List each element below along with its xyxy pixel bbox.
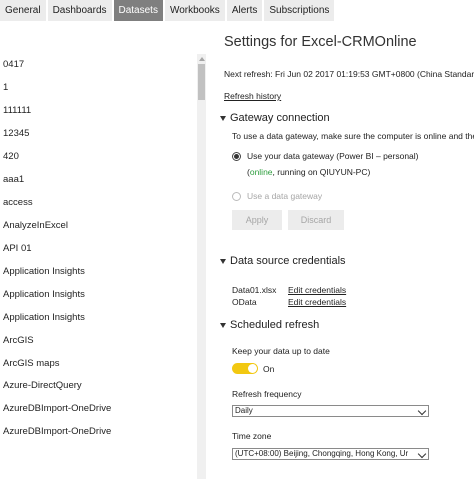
radio-checked-icon[interactable] (232, 151, 241, 161)
credential-source-name: Data01.xlsx (232, 285, 277, 295)
tab-general[interactable]: General (0, 0, 46, 21)
tab-datasets[interactable]: Datasets (113, 0, 163, 21)
toggle-knob (248, 364, 257, 373)
power-bi-settings-window: General Dashboards Datasets Workbooks Al… (0, 0, 474, 479)
radio-data-gateway[interactable]: Use a data gateway (232, 191, 322, 201)
caret-down-icon (220, 258, 226, 264)
dataset-item[interactable]: 1 (3, 82, 8, 93)
dataset-item[interactable]: ArcGIS (3, 335, 34, 346)
dataset-item[interactable]: 420 (3, 151, 19, 162)
dataset-item[interactable]: Application Insights (3, 266, 85, 277)
edit-credentials-link[interactable]: Edit credentials (288, 297, 346, 307)
dataset-item[interactable]: access (3, 197, 33, 208)
gateway-connection-header[interactable]: Gateway connection (220, 112, 330, 124)
caret-down-icon (220, 322, 226, 328)
scroll-up-icon[interactable] (197, 54, 206, 63)
tab-subscriptions[interactable]: Subscriptions (264, 0, 335, 21)
dataset-item[interactable]: 111111 (3, 105, 31, 116)
refresh-frequency-select[interactable]: Daily (232, 405, 429, 417)
data-source-credentials-header[interactable]: Data source credentials (220, 255, 346, 267)
tab-alerts[interactable]: Alerts (226, 0, 263, 21)
caret-down-icon (220, 115, 226, 121)
time-zone-value: (UTC+08:00) Beijing, Chongqing, Hong Kon… (235, 449, 409, 458)
dataset-item[interactable]: 0417 (3, 59, 24, 70)
dataset-item[interactable]: AzureDBImport-OneDrive (3, 426, 111, 437)
refresh-frequency-label: Refresh frequency (232, 389, 302, 399)
dataset-list-scrollbar[interactable] (197, 54, 206, 479)
dataset-item[interactable]: AzureDBImport-OneDrive (3, 403, 111, 414)
dataset-item[interactable]: AnalyzeInExcel (3, 220, 68, 231)
keep-data-up-to-date-label: Keep your data up to date (232, 346, 330, 356)
settings-tab-bar: General Dashboards Datasets Workbooks Al… (0, 0, 474, 21)
dataset-settings-panel: Settings for Excel-CRMOnline Next refres… (206, 21, 474, 479)
gateway-status-text: (online, running on QIUYUN-PC) (247, 167, 371, 177)
discard-button[interactable]: Discard (288, 210, 344, 230)
dataset-list: 0417 1 111111 12345 420 aaa1 access Anal… (0, 54, 198, 479)
gateway-connection-title: Gateway connection (230, 112, 330, 124)
scheduled-refresh-toggle[interactable] (232, 363, 258, 374)
tab-workbooks[interactable]: Workbooks (164, 0, 225, 21)
radio-data-gateway-label: Use a data gateway (247, 191, 323, 201)
data-source-credentials-title: Data source credentials (230, 255, 346, 267)
dataset-item[interactable]: Application Insights (3, 312, 85, 323)
gateway-online-status: online (249, 167, 273, 177)
dataset-item[interactable]: API 01 (3, 243, 32, 254)
radio-unchecked-icon[interactable] (232, 191, 241, 201)
chevron-down-icon (417, 449, 427, 459)
apply-button[interactable]: Apply (232, 210, 282, 230)
dataset-item[interactable]: Azure-DirectQuery (3, 380, 82, 391)
gateway-hint-text: To use a data gateway, make sure the com… (232, 131, 474, 141)
dataset-item[interactable]: aaa1 (3, 174, 24, 185)
time-zone-select[interactable]: (UTC+08:00) Beijing, Chongqing, Hong Kon… (232, 448, 429, 460)
toggle-state-label: On (263, 363, 275, 374)
edit-credentials-link[interactable]: Edit credentials (288, 285, 346, 295)
scheduled-refresh-toggle-row: On (232, 363, 274, 374)
page-title: Settings for Excel-CRMOnline (224, 34, 417, 50)
refresh-history-link[interactable]: Refresh history (224, 91, 281, 101)
chevron-down-icon (417, 406, 427, 416)
time-zone-label: Time zone (232, 431, 272, 441)
scheduled-refresh-title: Scheduled refresh (230, 319, 320, 331)
tab-dashboards[interactable]: Dashboards (47, 0, 112, 21)
dataset-item[interactable]: 12345 (3, 128, 29, 139)
credential-source-name: OData (232, 297, 257, 307)
radio-personal-gateway[interactable]: Use your data gateway (Power BI – person… (232, 151, 419, 161)
scrollbar-thumb[interactable] (198, 64, 205, 100)
radio-personal-gateway-label: Use your data gateway (Power BI – person… (247, 151, 419, 161)
scheduled-refresh-header[interactable]: Scheduled refresh (220, 319, 319, 331)
next-refresh-text: Next refresh: Fri Jun 02 2017 01:19:53 G… (224, 69, 474, 79)
dataset-item[interactable]: ArcGIS maps (3, 358, 60, 369)
dataset-item[interactable]: Application Insights (3, 289, 85, 300)
refresh-frequency-value: Daily (235, 406, 253, 415)
